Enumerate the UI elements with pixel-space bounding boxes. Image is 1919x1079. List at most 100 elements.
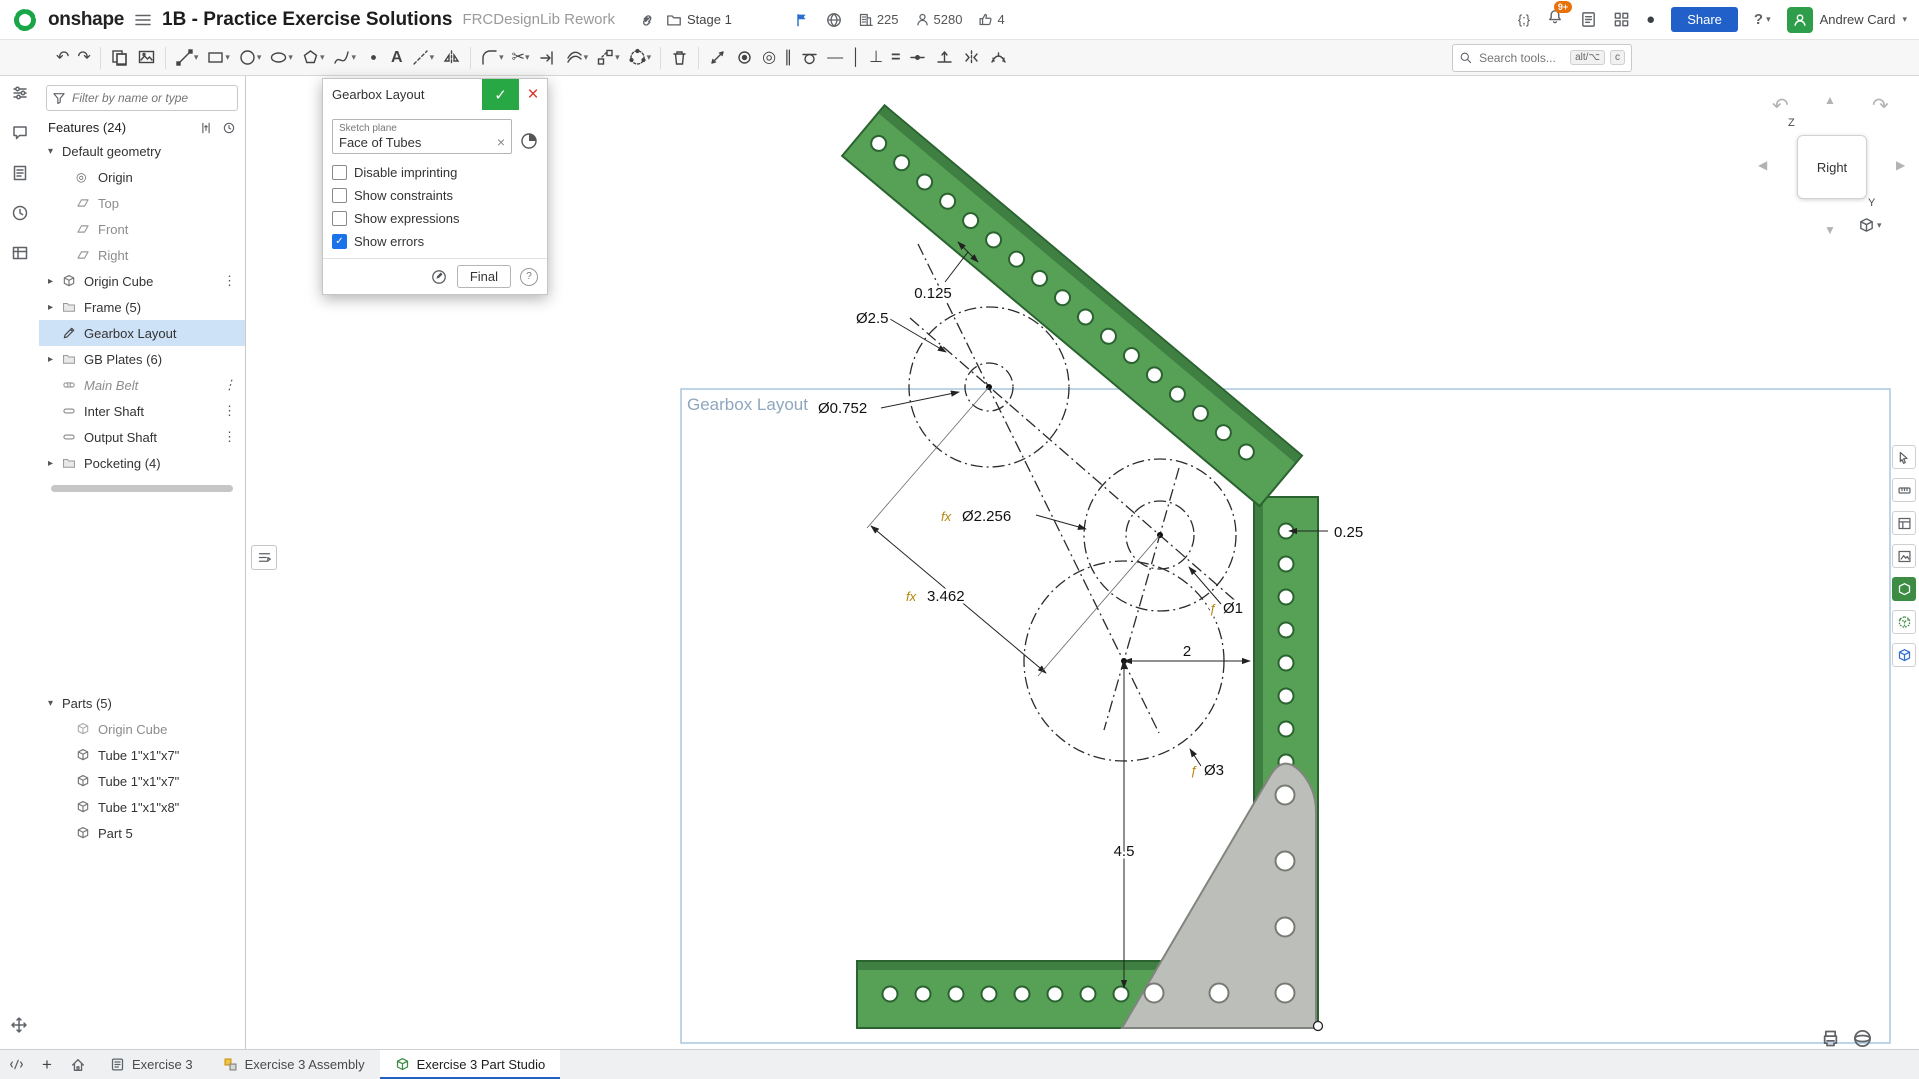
part-row-part-5[interactable]: Part 5 [39,820,245,846]
main-menu-icon[interactable] [134,11,152,29]
view-down-arrow[interactable]: ▼ [1824,223,1836,237]
wireframe-view-icon[interactable] [1892,643,1916,667]
checkbox[interactable]: ✓ [332,188,347,203]
confirm-button[interactable]: ✓ [482,79,519,110]
view-right-arrow[interactable]: ▶ [1896,158,1905,172]
vertical-constraint[interactable]: │ [847,44,865,72]
dialog-help-icon[interactable]: ? [520,268,538,286]
bom-icon[interactable] [11,244,29,267]
concentric-constraint[interactable]: ◎ [758,44,780,72]
copy-link-icon[interactable] [639,11,656,28]
mirror-tool[interactable] [438,44,465,72]
feature-row-top-plane[interactable]: Top [39,190,245,216]
equal-constraint[interactable]: = [887,44,904,72]
help-menu[interactable]: ? ▾ [1754,11,1771,28]
feature-list-flyout-button[interactable] [251,545,277,570]
normal-constraint[interactable] [931,44,958,72]
delete-tool[interactable] [666,44,693,72]
symmetry-constraint[interactable] [958,44,985,72]
feature-row-main-belt[interactable]: Main Belt ⋮ [39,372,245,398]
tab-manager-icon[interactable] [0,1057,33,1072]
notifications-bell-icon[interactable]: 9+ [1546,8,1564,31]
appearance-panel-icon[interactable] [1892,544,1916,568]
part-row-origin-cube[interactable]: Origin Cube [39,716,245,742]
sketch-text-tool[interactable]: A [387,44,407,72]
home-tab-icon[interactable] [61,1057,95,1073]
checkbox[interactable]: ✓ [332,211,347,226]
feature-row-gb-plates[interactable]: ▸ GB Plates (6) [39,346,245,372]
variables-panel-icon[interactable] [1892,511,1916,535]
shaded-view-icon[interactable] [1892,577,1916,601]
select-filter-icon[interactable] [1892,445,1916,469]
extend-tool[interactable] [534,44,561,72]
rollback-sketch-icon[interactable] [430,269,448,285]
view-cube-face[interactable]: Right [1797,135,1867,199]
branch-flag-icon[interactable] [794,12,810,28]
feature-filter-input[interactable] [70,90,224,106]
checkbox[interactable]: ✓ [332,165,347,180]
dialog-header[interactable]: Gearbox Layout ✓ × [323,79,547,110]
featurescript-icon[interactable]: {;} [1518,10,1530,29]
comments-icon[interactable] [11,124,29,147]
clear-selection-icon[interactable]: × [497,134,505,150]
view-options-cube[interactable]: ▾ [1858,217,1882,234]
sketch-plane-field[interactable]: Sketch plane Face of Tubes × [332,119,512,154]
fillet-tool[interactable]: ▾ [476,44,508,72]
tree-scrollbar[interactable] [51,485,233,492]
rectangle-tool[interactable]: ▾ [202,44,234,72]
checkbox[interactable]: ✓ [332,234,347,249]
configurations-icon[interactable] [11,84,29,107]
option-disable-imprinting[interactable]: ✓ Disable imprinting [332,161,538,184]
insert-image-tool-icon[interactable] [133,44,160,72]
ellipse-tool[interactable]: ▾ [265,44,297,72]
redo-button[interactable]: ↷ [73,44,94,72]
coincident-constraint[interactable] [731,44,758,72]
spline-tool[interactable]: ▾ [328,44,360,72]
mate-connector-icon[interactable] [520,132,538,154]
tangent-constraint[interactable] [796,44,823,72]
measure-panel-icon[interactable] [1892,478,1916,502]
feature-row-origin[interactable]: ◎ Origin [39,164,245,190]
feature-row-origin-cube[interactable]: ▸ Origin Cube ⋮ [39,268,245,294]
feature-row-inter-shaft[interactable]: Inter Shaft ⋮ [39,398,245,424]
feature-filter[interactable] [46,85,238,111]
public-globe-icon[interactable] [826,12,842,28]
circular-pattern-tool[interactable]: ▾ [624,44,656,72]
undo-button[interactable]: ↶ [52,44,73,72]
custom-tables-icon[interactable] [11,164,29,187]
gusset-plate[interactable] [1122,764,1316,1028]
rollback-clock-icon[interactable] [222,121,236,135]
account-menu[interactable]: Andrew Card ▾ [1787,7,1907,33]
expand-caret[interactable]: ▸ [48,458,62,469]
parallel-constraint[interactable]: ∥ [780,44,796,72]
midpoint-constraint[interactable] [904,44,931,72]
feature-menu-icon[interactable]: ⋮ [223,429,236,445]
view-up-arrow[interactable]: ▲ [1824,93,1836,107]
rotate-cw-icon[interactable]: ↷ [1872,93,1889,118]
view-left-arrow[interactable]: ◀ [1758,158,1767,172]
diagonal-tube[interactable] [842,105,1302,506]
expand-caret[interactable]: ▸ [48,302,62,313]
horizontal-constraint[interactable]: — [823,44,847,72]
feature-row-default-geometry[interactable]: ▾ Default geometry [39,138,245,164]
parts-header[interactable]: ▾ Parts (5) [39,690,245,716]
tab-exercise-3-part-studio[interactable]: Exercise 3 Part Studio [380,1050,561,1079]
expand-caret[interactable]: ▾ [48,698,62,709]
copy-tool-icon[interactable] [106,44,133,72]
point-tool[interactable] [360,44,387,72]
expand-caret[interactable]: ▾ [48,146,62,157]
feature-row-frame[interactable]: ▸ Frame (5) [39,294,245,320]
new-tab-button[interactable]: + [33,1055,61,1075]
option-show-expressions[interactable]: ✓ Show expressions [332,207,538,230]
feature-row-pocketing[interactable]: ▸ Pocketing (4) [39,450,245,476]
history-icon[interactable] [11,204,29,227]
feature-row-front-plane[interactable]: Front [39,216,245,242]
feature-menu-icon[interactable]: ⋮ [223,377,236,393]
expand-caret[interactable]: ▸ [48,354,62,365]
collapse-all-icon[interactable] [199,121,213,135]
workspace-crumb[interactable]: Stage 1 [666,12,732,28]
search-tools-input[interactable] [1477,50,1565,66]
cancel-button[interactable]: × [519,79,547,110]
part-row-tube-3[interactable]: Tube 1"x1"x8" [39,794,245,820]
perpendicular-constraint[interactable]: ⊥ [865,44,887,72]
